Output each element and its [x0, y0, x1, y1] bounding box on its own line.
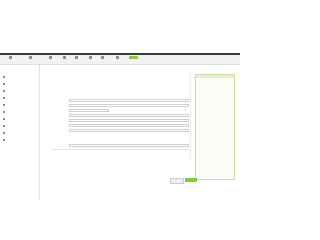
form-row [51, 118, 189, 122]
help-text [198, 89, 232, 91]
form-row [51, 133, 189, 137]
form-panel [45, 68, 195, 180]
field-value [69, 152, 189, 155]
add-button-icon [129, 56, 138, 59]
field-value [69, 139, 189, 142]
form-row [51, 98, 189, 102]
form-row [51, 143, 189, 147]
text-field[interactable] [69, 128, 189, 132]
form-row [51, 156, 189, 160]
text-field[interactable] [69, 113, 189, 117]
form-row [51, 123, 189, 127]
bullet-icon [3, 139, 5, 141]
sidebar-item[interactable] [3, 89, 36, 93]
help-text [198, 80, 232, 82]
scrollbar[interactable] [190, 70, 191, 160]
gear-icon [9, 56, 12, 59]
sidebar-title [3, 67, 36, 72]
text-field[interactable] [69, 123, 189, 127]
sidebar-item[interactable] [3, 131, 36, 135]
form-row [51, 161, 189, 165]
help-title [196, 75, 234, 78]
help-text [198, 86, 232, 88]
toolbar-button-2[interactable] [29, 56, 32, 64]
bullet-icon [3, 118, 5, 120]
chart-icon [89, 56, 92, 59]
bullet-icon [3, 111, 5, 113]
save-button[interactable] [185, 178, 197, 182]
plus-icon [101, 56, 104, 59]
bullet-icon [3, 76, 5, 78]
sidebar-item[interactable] [3, 117, 36, 121]
folder-icon [75, 56, 78, 59]
action-bar [45, 178, 235, 184]
app-window [0, 0, 240, 240]
help-panel [195, 74, 235, 180]
text-field[interactable] [69, 118, 189, 122]
divider [51, 149, 189, 150]
cancel-button[interactable] [170, 178, 184, 184]
sidebar [0, 65, 40, 200]
form-row [51, 108, 189, 112]
user-icon [116, 56, 119, 59]
toolbar-button-6[interactable] [89, 56, 92, 64]
toolbar-button-3[interactable] [49, 56, 52, 64]
sidebar-item[interactable] [3, 138, 36, 142]
field-value [69, 134, 189, 137]
list-icon [63, 56, 66, 59]
sidebar-item[interactable] [3, 124, 36, 128]
bullet-icon [3, 90, 5, 92]
bullet-icon [3, 97, 5, 99]
form-row [51, 151, 189, 155]
form-row [51, 138, 189, 142]
toolbar [0, 55, 240, 65]
header-area [0, 0, 240, 57]
field-value [69, 162, 189, 165]
text-field[interactable] [69, 98, 189, 102]
sidebar-item[interactable] [3, 82, 36, 86]
form-row [51, 128, 189, 132]
text-field[interactable] [69, 103, 189, 107]
help-text [198, 83, 232, 85]
toolbar-add-button[interactable] [129, 56, 138, 64]
field-value [69, 157, 189, 160]
text-field[interactable] [69, 143, 189, 147]
text-field[interactable] [69, 108, 109, 112]
toolbar-button-8[interactable] [116, 56, 119, 64]
sidebar-item[interactable] [3, 110, 36, 114]
toolbar-button-5[interactable] [75, 56, 78, 64]
document-icon [29, 56, 32, 59]
bullet-icon [3, 132, 5, 134]
calendar-icon [49, 56, 52, 59]
form-row [51, 103, 189, 107]
toolbar-button-7[interactable] [101, 56, 104, 64]
toolbar-button-1[interactable] [9, 56, 12, 64]
form-row [51, 113, 189, 117]
sidebar-item[interactable] [3, 96, 36, 100]
bullet-icon [3, 104, 5, 106]
help-text [198, 92, 232, 94]
sidebar-item[interactable] [3, 103, 36, 107]
sidebar-item[interactable] [3, 75, 36, 79]
bullet-icon [3, 125, 5, 127]
toolbar-button-4[interactable] [63, 56, 66, 64]
bullet-icon [3, 83, 5, 85]
